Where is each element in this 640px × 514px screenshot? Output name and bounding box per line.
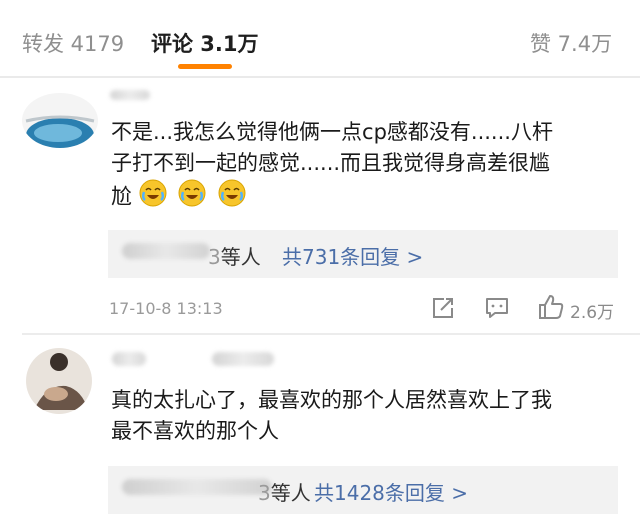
comment-text: 不是...我怎么觉得他俩一点cp感都没有......八杆 子打不到一起的感觉..…: [111, 117, 631, 216]
laugh-cry-emoji: [139, 179, 167, 216]
reply-suffix-label: 等人: [220, 245, 261, 269]
reply-suffix-label: 等人: [270, 481, 311, 505]
view-replies-link[interactable]: 共731条回复 >: [282, 241, 423, 270]
tab-likes[interactable]: 赞 7.4万: [530, 28, 612, 58]
username-blurred[interactable]: [110, 90, 150, 100]
like-count: 2.6万: [570, 303, 615, 323]
comment-divider: [22, 333, 640, 335]
tab-divider: [0, 76, 640, 78]
username-blurred[interactable]: [112, 352, 146, 366]
view-replies-link[interactable]: 共1428条回复 >: [314, 477, 468, 506]
share-icon[interactable]: [430, 296, 456, 324]
avatar[interactable]: [26, 348, 92, 414]
tab-comments[interactable]: 评论 3.1万: [151, 28, 259, 58]
laugh-cry-emoji: [178, 179, 206, 216]
comment-line-text: 尬: [111, 184, 132, 209]
active-tab-indicator: [178, 64, 232, 69]
comment-line: 不是...我怎么觉得他俩一点cp感都没有......八杆: [111, 120, 553, 144]
replier-names-blurred: [122, 243, 210, 259]
comment-line: 真的太扎心了，最喜欢的那个人居然喜欢上了我: [111, 388, 552, 412]
reply-preview-box[interactable]: 3等人 共1428条回复 >: [108, 466, 618, 514]
reply-preview-box[interactable]: 3等人 共731条回复 >: [108, 230, 618, 278]
comment-line: 尬: [111, 179, 631, 216]
comment-text: 真的太扎心了，最喜欢的那个人居然喜欢上了我 最不喜欢的那个人: [111, 385, 631, 447]
username-blurred[interactable]: [212, 352, 274, 366]
tab-bar: 转发 4179 评论 3.1万 赞 7.4万: [0, 0, 640, 78]
replier-names-blurred: [122, 479, 272, 495]
reply-suffix: 3等人: [258, 481, 311, 505]
avatar[interactable]: [22, 93, 98, 148]
laugh-cry-emoji: [218, 179, 246, 216]
comment-icon[interactable]: [484, 296, 510, 324]
tab-repost[interactable]: 转发 4179: [22, 28, 124, 58]
comment-timestamp: 17-10-8 13:13: [109, 299, 223, 318]
thumbs-up-icon[interactable]: [537, 293, 565, 325]
reply-suffix: 3等人: [208, 245, 261, 269]
comment-line: 最不喜欢的那个人: [111, 419, 279, 443]
comment-line: 子打不到一起的感觉......而且我觉得身高差很尴: [111, 151, 551, 175]
